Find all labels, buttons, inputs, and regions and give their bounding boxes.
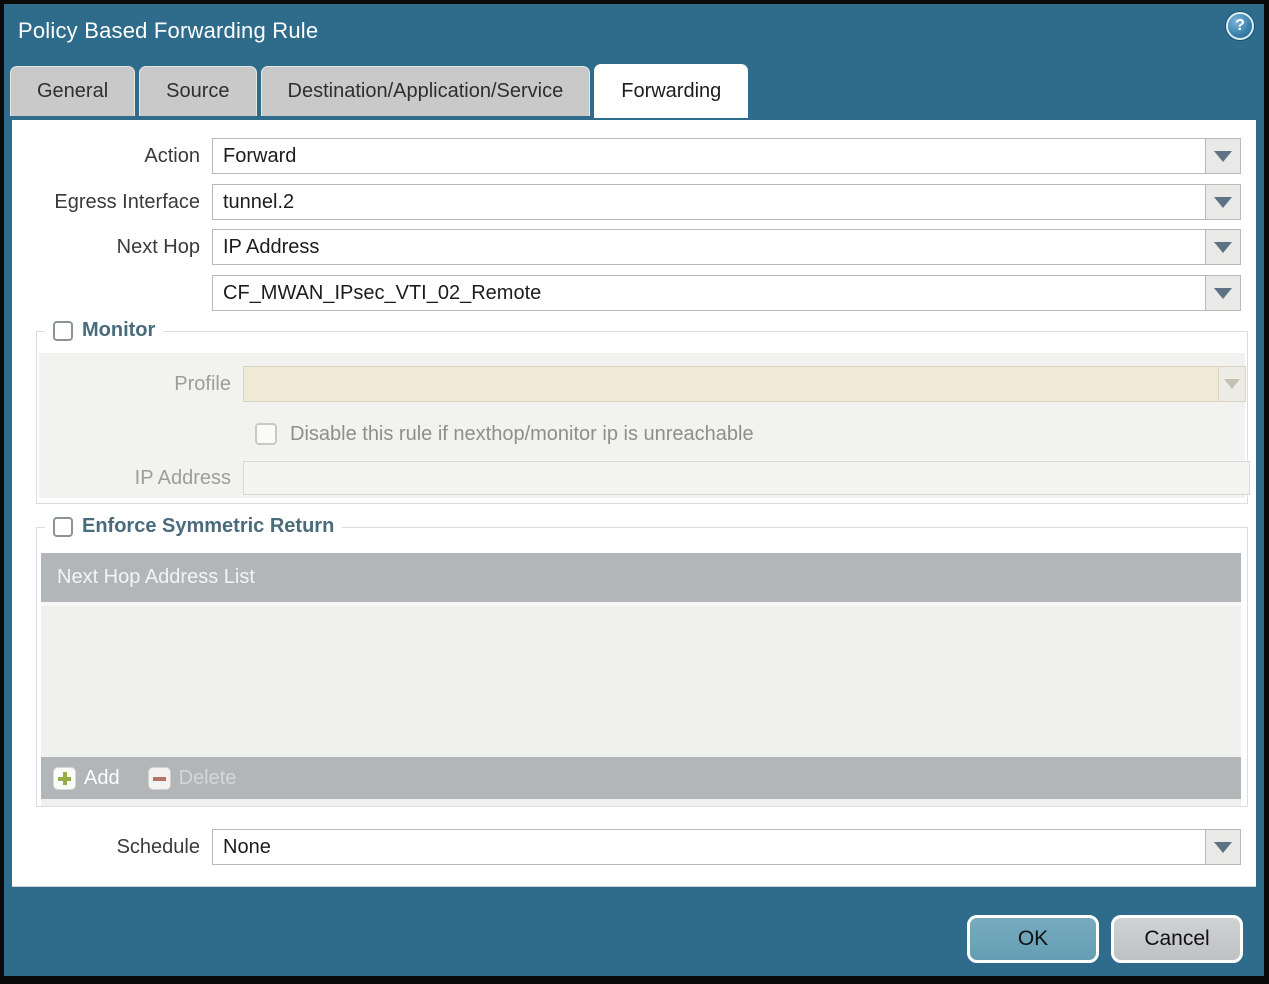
dialog-titlebar: Policy Based Forwarding Rule ? xyxy=(4,4,1264,62)
add-button[interactable]: Add xyxy=(53,766,120,790)
chevron-down-icon xyxy=(1214,196,1232,208)
add-icon xyxy=(53,766,76,790)
egress-interface-combobox xyxy=(212,184,1241,220)
monitor-checkbox[interactable] xyxy=(53,320,73,341)
egress-interface-dropdown-trigger[interactable] xyxy=(1205,184,1241,220)
egress-interface-input[interactable] xyxy=(212,184,1205,220)
next-hop-dropdown-trigger[interactable] xyxy=(1205,229,1241,265)
chevron-down-icon xyxy=(1214,150,1232,162)
tab-destination-application-service[interactable]: Destination/Application/Service xyxy=(260,66,591,116)
delete-button-label: Delete xyxy=(178,766,237,789)
next-hop-address-list-toolbar: Add Delete xyxy=(41,757,1241,799)
ok-button[interactable]: OK xyxy=(967,915,1099,963)
help-glyph: ? xyxy=(1235,17,1245,34)
next-hop-label: Next Hop xyxy=(116,235,200,258)
next-hop-address-list-body[interactable] xyxy=(41,602,1241,757)
next-hop-address-list-table: Next Hop Address List Add Delete xyxy=(41,553,1241,806)
schedule-label: Schedule xyxy=(116,835,200,858)
help-icon[interactable]: ? xyxy=(1226,12,1254,40)
dialog-title: Policy Based Forwarding Rule xyxy=(18,18,319,43)
profile-input xyxy=(243,366,1218,402)
profile-combobox xyxy=(243,366,1246,402)
enforce-symmetric-return-legend: Enforce Symmetric Return xyxy=(45,515,343,538)
action-input[interactable] xyxy=(212,138,1205,174)
enforce-symmetric-return-checkbox[interactable] xyxy=(53,516,73,537)
egress-interface-label: Egress Interface xyxy=(54,190,200,213)
screen-frame: Policy Based Forwarding Rule ? General S… xyxy=(0,0,1269,984)
chevron-down-icon xyxy=(1214,287,1232,299)
next-hop-address-combobox xyxy=(212,275,1241,311)
tab-bar: General Source Destination/Application/S… xyxy=(10,64,752,120)
delete-icon xyxy=(147,766,171,790)
action-combobox xyxy=(212,138,1241,174)
chevron-down-icon xyxy=(1224,379,1240,389)
next-hop-address-list-header-label: Next Hop Address List xyxy=(57,566,255,588)
profile-dropdown-trigger xyxy=(1218,366,1246,402)
schedule-combobox xyxy=(212,829,1241,865)
disable-rule-label: Disable this rule if nexthop/monitor ip … xyxy=(290,422,754,445)
profile-label: Profile xyxy=(174,372,231,395)
enforce-symmetric-return-group: Enforce Symmetric Return Next Hop Addres… xyxy=(36,515,1248,807)
monitor-panel: Profile Disable this rule if nexthop/mon… xyxy=(39,353,1250,498)
next-hop-combobox xyxy=(212,229,1241,265)
tab-source[interactable]: Source xyxy=(139,66,257,116)
schedule-dropdown-trigger[interactable] xyxy=(1205,829,1241,865)
next-hop-address-list-header: Next Hop Address List xyxy=(41,553,1241,602)
chevron-down-icon xyxy=(1214,841,1232,853)
enforce-symmetric-return-legend-label: Enforce Symmetric Return xyxy=(82,515,335,537)
schedule-input[interactable] xyxy=(212,829,1205,865)
delete-button: Delete xyxy=(147,766,237,790)
disable-rule-checkbox xyxy=(255,423,277,445)
action-dropdown-trigger[interactable] xyxy=(1205,138,1241,174)
next-hop-address-input[interactable] xyxy=(212,275,1205,311)
chevron-down-icon xyxy=(1214,241,1232,253)
action-label: Action xyxy=(144,144,200,167)
monitor-group: Monitor Profile Disable this rule if nex… xyxy=(36,319,1250,504)
cancel-button[interactable]: Cancel xyxy=(1111,915,1243,963)
next-hop-address-dropdown-trigger[interactable] xyxy=(1205,275,1241,311)
next-hop-type-input[interactable] xyxy=(212,229,1205,265)
monitor-ip-address-label: IP Address xyxy=(134,466,231,489)
monitor-ip-address-input xyxy=(243,461,1250,495)
pbf-rule-dialog: Policy Based Forwarding Rule ? General S… xyxy=(4,4,1264,976)
add-button-label: Add xyxy=(84,766,120,789)
forwarding-tab-panel: Action Egress Interface xyxy=(12,120,1256,887)
table-bottom-strip xyxy=(41,799,1241,806)
tab-general[interactable]: General xyxy=(10,66,136,116)
monitor-legend: Monitor xyxy=(45,319,164,342)
monitor-legend-label: Monitor xyxy=(82,319,156,341)
tab-forwarding[interactable]: Forwarding xyxy=(594,64,749,118)
